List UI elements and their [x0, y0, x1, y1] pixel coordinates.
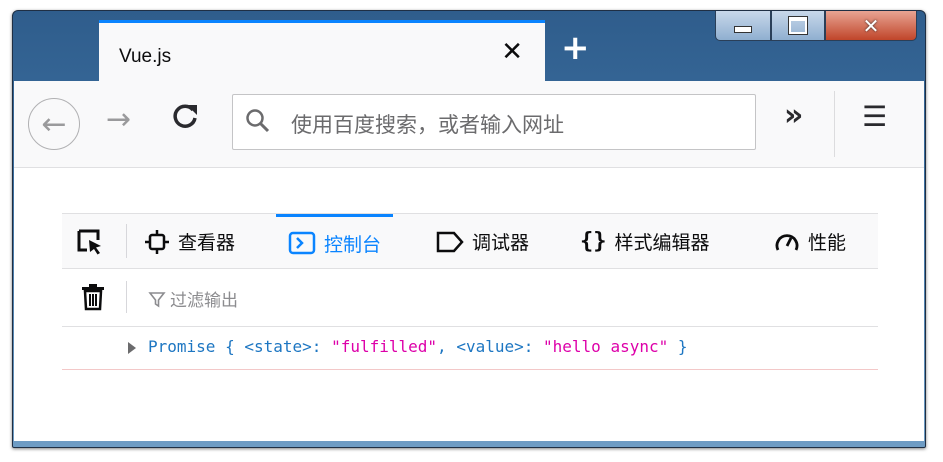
tab-title: Vue.js	[119, 46, 172, 67]
trash-icon[interactable]	[80, 283, 106, 311]
close-window-button[interactable]: ✕	[825, 11, 917, 41]
hamburger-menu-button[interactable]: ☰	[862, 103, 887, 131]
console-output: Promise { <state>: "fulfilled", <value>:…	[148, 337, 688, 356]
tab-style-editor[interactable]: {} 样式编辑器	[580, 214, 710, 269]
element-picker-icon[interactable]	[76, 228, 104, 256]
tab-close-icon[interactable]: ✕	[501, 39, 523, 65]
reload-icon	[173, 104, 197, 128]
address-bar[interactable]: 使用百度搜索，或者输入网址	[232, 94, 756, 150]
tab-console-label: 控制台	[324, 233, 382, 256]
state-key: <state>:	[244, 337, 322, 356]
browser-window: Vue.js ✕ + ✕ ← → 使用百度搜索，或者输入网址 » ☰ 查看器 控…	[12, 10, 926, 448]
back-arrow-icon: ←	[41, 106, 67, 142]
object-name: Promise	[148, 337, 216, 356]
close-icon: ✕	[862, 13, 880, 38]
filter-icon	[148, 291, 166, 307]
maximize-button[interactable]	[771, 11, 825, 41]
state-value: "fulfilled"	[331, 337, 438, 356]
value-key: <value>:	[456, 337, 534, 356]
filter-placeholder: 过滤输出	[170, 291, 238, 311]
value-value: "hello async"	[543, 337, 669, 356]
console-filter-bar: 过滤输出	[62, 269, 878, 327]
tab-console[interactable]: 控制台	[276, 214, 394, 269]
reload-button[interactable]	[170, 101, 200, 136]
forward-button[interactable]: →	[106, 105, 131, 135]
close-brace: }	[677, 337, 688, 356]
page-content: 查看器 控制台 调试器 {} 样式编辑器 性能 过滤输出 Promise {<…	[14, 168, 924, 441]
filter-input[interactable]: 过滤输出	[148, 286, 238, 311]
tab-debugger[interactable]: 调试器	[436, 214, 529, 269]
expand-arrow-icon[interactable]	[128, 342, 136, 354]
toolbar-divider	[834, 91, 835, 157]
tab-debugger-label: 调试器	[472, 232, 530, 254]
tab-inspector[interactable]: 查看器	[144, 214, 235, 269]
minimize-icon	[734, 26, 752, 33]
browser-tab[interactable]: Vue.js ✕	[99, 20, 545, 81]
style-editor-icon: {}	[580, 229, 607, 254]
console-message: Promise { <state>: "fulfilled", <value>:…	[62, 327, 878, 370]
comma: ,	[437, 337, 447, 356]
overflow-menu-button[interactable]: »	[784, 101, 803, 131]
address-placeholder: 使用百度搜索，或者输入网址	[291, 113, 564, 137]
navigation-bar: ← → 使用百度搜索，或者输入网址 » ☰	[14, 81, 924, 168]
devtools-toolbar: 查看器 控制台 调试器 {} 样式编辑器 性能	[62, 213, 878, 269]
minimize-button[interactable]	[715, 11, 771, 41]
title-bar: Vue.js ✕ + ✕	[13, 11, 925, 81]
performance-icon	[775, 233, 799, 251]
devtools-panel: 查看器 控制台 调试器 {} 样式编辑器 性能 过滤输出 Promise {<…	[62, 213, 878, 370]
search-icon	[246, 109, 270, 133]
debugger-icon	[436, 231, 464, 252]
open-brace: {	[225, 337, 235, 356]
tab-performance-label: 性能	[808, 232, 847, 254]
console-icon	[288, 231, 316, 255]
tab-inspector-label: 查看器	[178, 232, 236, 254]
toolbar-separator	[126, 224, 127, 258]
maximize-icon	[789, 17, 807, 34]
inspector-icon	[145, 229, 169, 254]
tab-style-editor-label: 样式编辑器	[614, 232, 710, 254]
tab-performance[interactable]: 性能	[774, 214, 846, 269]
filter-separator	[126, 281, 127, 313]
back-button[interactable]: ←	[28, 98, 80, 150]
new-tab-button[interactable]: +	[561, 31, 590, 65]
